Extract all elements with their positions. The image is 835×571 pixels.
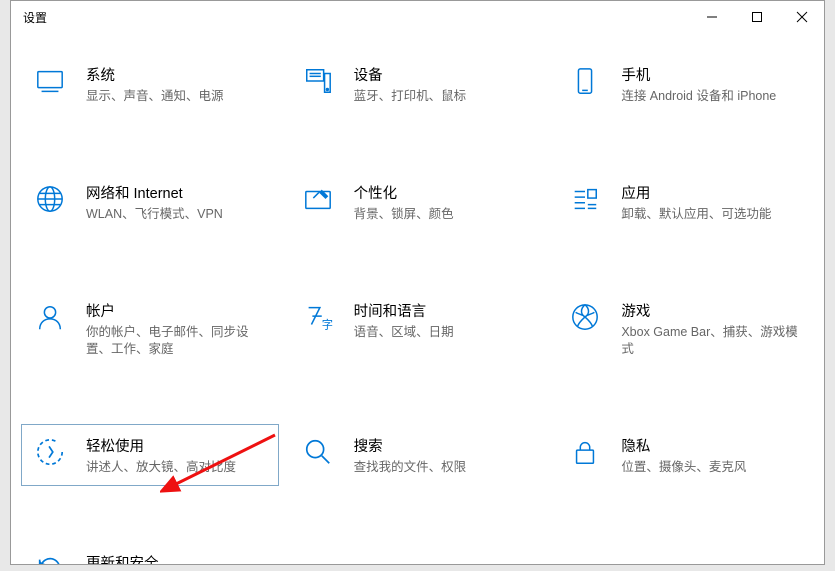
maximize-button[interactable] bbox=[734, 1, 779, 33]
tile-desc: WLAN、飞行模式、VPN bbox=[86, 206, 266, 223]
tile-desc: 你的帐户、电子邮件、同步设置、工作、家庭 bbox=[86, 324, 266, 358]
tile-title: 游戏 bbox=[621, 300, 801, 321]
tile-title: 个性化 bbox=[354, 182, 534, 203]
ease-of-access-icon bbox=[34, 437, 66, 469]
system-icon bbox=[34, 66, 66, 98]
window-title: 设置 bbox=[23, 9, 47, 26]
network-icon bbox=[34, 184, 66, 216]
accounts-icon bbox=[34, 302, 66, 334]
time-language-icon: 字 bbox=[302, 302, 334, 334]
tile-ease-of-access[interactable]: 轻松使用 讲述人、放大镜、高对比度 bbox=[21, 424, 279, 487]
tile-title: 时间和语言 bbox=[354, 300, 534, 321]
tile-text: 系统 显示、声音、通知、电源 bbox=[86, 64, 266, 105]
svg-text:字: 字 bbox=[321, 317, 332, 331]
tile-privacy[interactable]: 隐私 位置、摄像头、麦克风 bbox=[556, 424, 814, 487]
tile-desc: 背景、锁屏、颜色 bbox=[354, 206, 534, 223]
tile-text: 更新和安全 Windows 更新、恢复、备份 bbox=[86, 552, 266, 564]
tile-title: 帐户 bbox=[86, 300, 266, 321]
tile-personalization[interactable]: 个性化 背景、锁屏、颜色 bbox=[289, 171, 547, 234]
close-button[interactable] bbox=[779, 1, 824, 33]
settings-window: 设置 系统 显示、声音、通知、电源 bbox=[10, 0, 825, 565]
devices-icon bbox=[302, 66, 334, 98]
tile-title: 应用 bbox=[621, 182, 801, 203]
tile-title: 轻松使用 bbox=[86, 435, 266, 456]
privacy-icon bbox=[569, 437, 601, 469]
tile-system[interactable]: 系统 显示、声音、通知、电源 bbox=[21, 53, 279, 116]
minimize-icon bbox=[706, 11, 718, 23]
tile-title: 手机 bbox=[621, 64, 801, 85]
tile-time-language[interactable]: 字 时间和语言 语音、区域、日期 bbox=[289, 289, 547, 369]
tile-text: 搜索 查找我的文件、权限 bbox=[354, 435, 534, 476]
tile-desc: 卸载、默认应用、可选功能 bbox=[621, 206, 801, 223]
tile-desc: 位置、摄像头、麦克风 bbox=[621, 459, 801, 476]
tile-gaming[interactable]: 游戏 Xbox Game Bar、捕获、游戏模式 bbox=[556, 289, 814, 369]
tile-title: 隐私 bbox=[621, 435, 801, 456]
tile-apps[interactable]: 应用 卸载、默认应用、可选功能 bbox=[556, 171, 814, 234]
tile-desc: 显示、声音、通知、电源 bbox=[86, 88, 266, 105]
phone-icon bbox=[569, 66, 601, 98]
minimize-button[interactable] bbox=[689, 1, 734, 33]
update-security-icon bbox=[34, 554, 66, 564]
close-icon bbox=[796, 11, 808, 23]
tile-text: 设备 蓝牙、打印机、鼠标 bbox=[354, 64, 534, 105]
maximize-icon bbox=[751, 11, 763, 23]
tile-title: 网络和 Internet bbox=[86, 182, 266, 203]
tile-title: 搜索 bbox=[354, 435, 534, 456]
tile-accounts[interactable]: 帐户 你的帐户、电子邮件、同步设置、工作、家庭 bbox=[21, 289, 279, 369]
settings-grid: 系统 显示、声音、通知、电源 设备 蓝牙、打印机、鼠标 手机 连接 Androi… bbox=[11, 33, 824, 564]
apps-icon bbox=[569, 184, 601, 216]
titlebar: 设置 bbox=[11, 1, 824, 33]
tile-network[interactable]: 网络和 Internet WLAN、飞行模式、VPN bbox=[21, 171, 279, 234]
tile-update-security[interactable]: 更新和安全 Windows 更新、恢复、备份 bbox=[21, 541, 279, 564]
tile-desc: Xbox Game Bar、捕获、游戏模式 bbox=[621, 324, 801, 358]
tile-text: 个性化 背景、锁屏、颜色 bbox=[354, 182, 534, 223]
tile-desc: 连接 Android 设备和 iPhone bbox=[621, 88, 801, 105]
tile-title: 设备 bbox=[354, 64, 534, 85]
tile-title: 系统 bbox=[86, 64, 266, 85]
tile-phone[interactable]: 手机 连接 Android 设备和 iPhone bbox=[556, 53, 814, 116]
tile-text: 手机 连接 Android 设备和 iPhone bbox=[621, 64, 801, 105]
tile-title: 更新和安全 bbox=[86, 552, 266, 564]
tile-desc: 查找我的文件、权限 bbox=[354, 459, 534, 476]
tile-text: 游戏 Xbox Game Bar、捕获、游戏模式 bbox=[621, 300, 801, 358]
tile-text: 应用 卸载、默认应用、可选功能 bbox=[621, 182, 801, 223]
tile-text: 隐私 位置、摄像头、麦克风 bbox=[621, 435, 801, 476]
search-icon bbox=[302, 437, 334, 469]
tile-text: 网络和 Internet WLAN、飞行模式、VPN bbox=[86, 182, 266, 223]
gaming-icon bbox=[569, 302, 601, 334]
tile-text: 轻松使用 讲述人、放大镜、高对比度 bbox=[86, 435, 266, 476]
personalization-icon bbox=[302, 184, 334, 216]
tile-search[interactable]: 搜索 查找我的文件、权限 bbox=[289, 424, 547, 487]
tile-desc: 蓝牙、打印机、鼠标 bbox=[354, 88, 534, 105]
tile-desc: 讲述人、放大镜、高对比度 bbox=[86, 459, 266, 476]
tile-text: 时间和语言 语音、区域、日期 bbox=[354, 300, 534, 358]
tile-text: 帐户 你的帐户、电子邮件、同步设置、工作、家庭 bbox=[86, 300, 266, 358]
tile-devices[interactable]: 设备 蓝牙、打印机、鼠标 bbox=[289, 53, 547, 116]
tile-desc: 语音、区域、日期 bbox=[354, 324, 534, 341]
window-controls bbox=[689, 1, 824, 33]
